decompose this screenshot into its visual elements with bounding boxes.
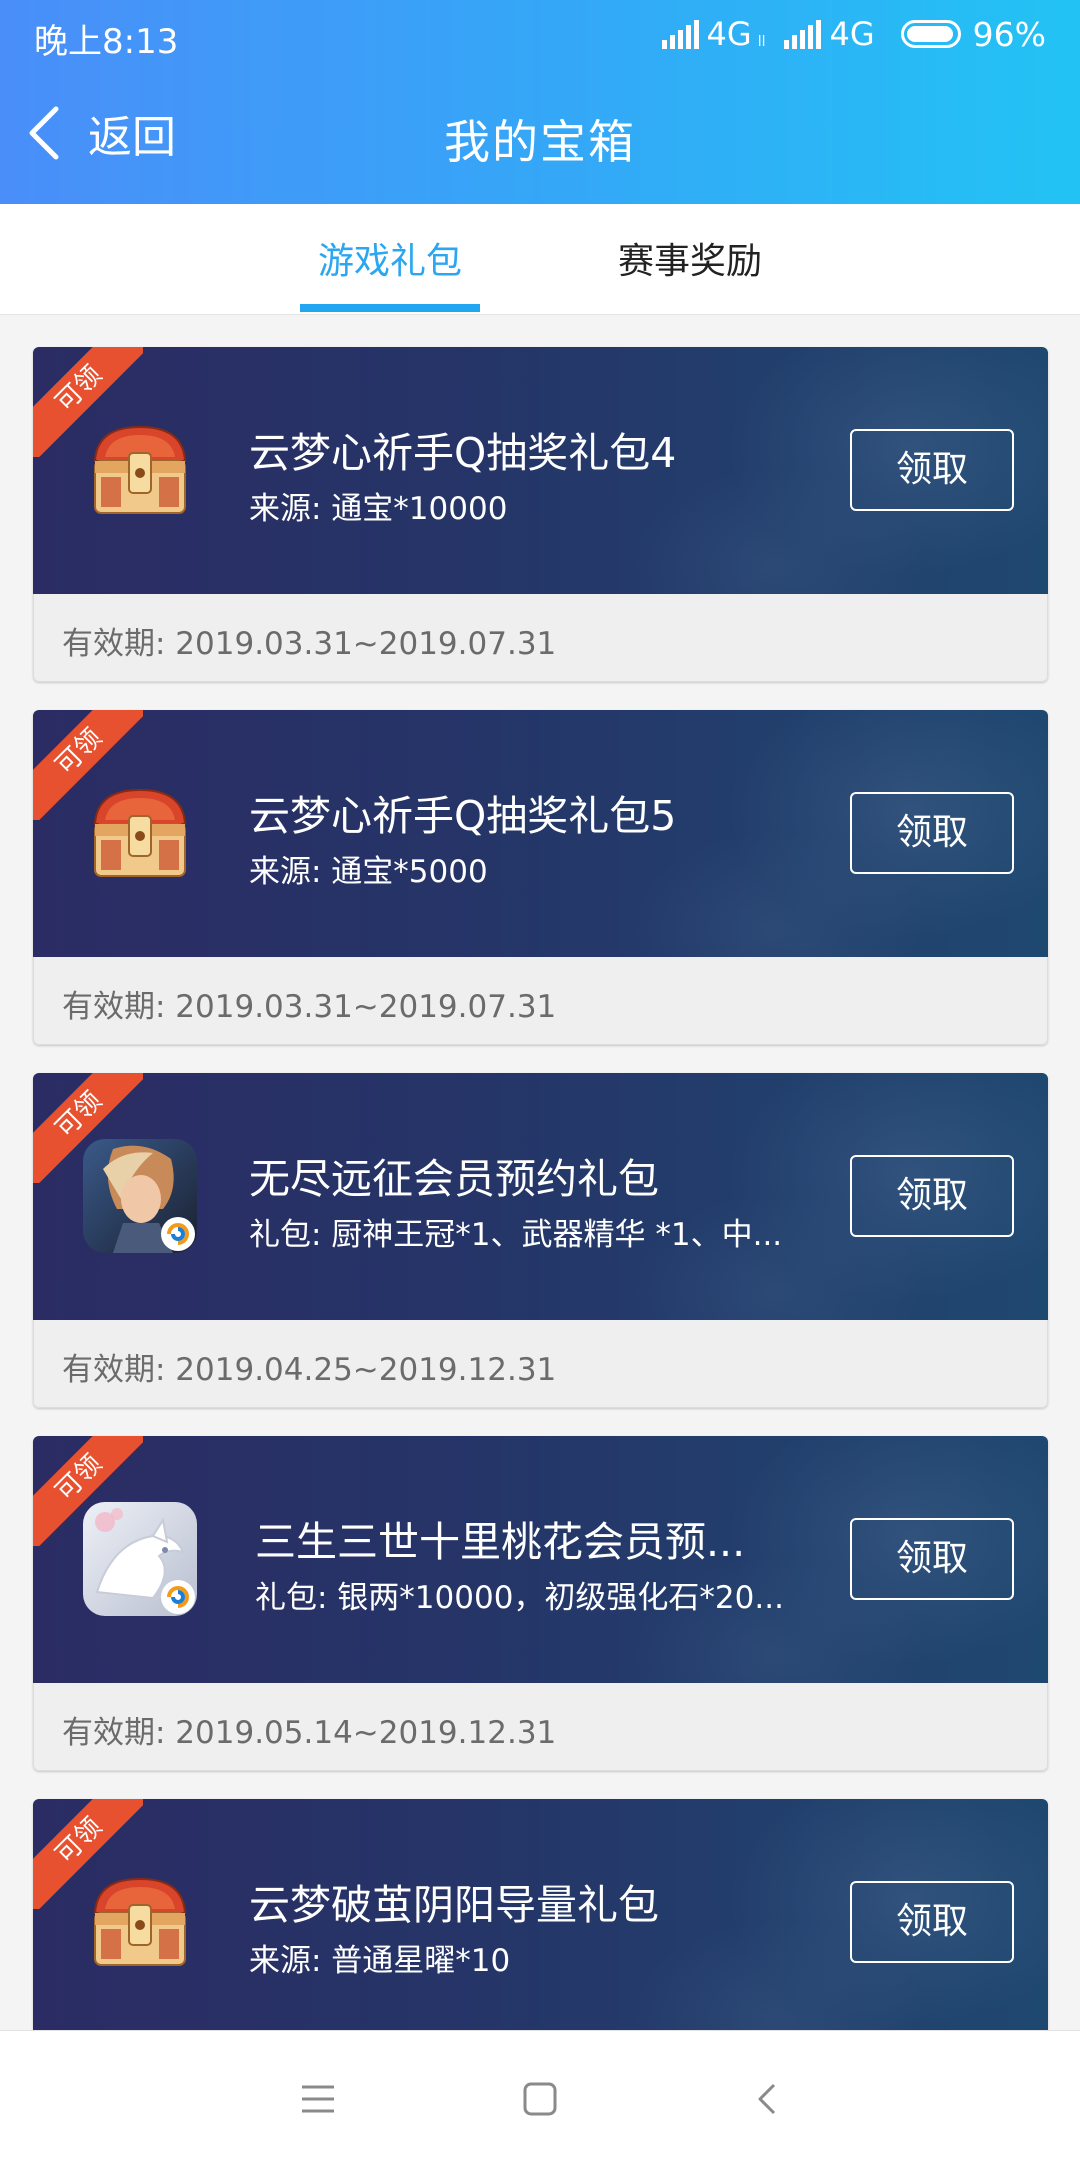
- validity-period: 有效期: 2019.04.25~2019.12.31: [62, 1352, 557, 1388]
- gift-card-header: 可领 云梦心祈手Q抽奖礼包5 来源: 通宝*5000 领取: [33, 710, 1048, 957]
- gift-card: 可领: [33, 1073, 1048, 1408]
- gift-card-header: 可领 云梦破茧阴阳导量礼包 来源: 普通星曜*10 领取: [33, 1799, 1048, 2046]
- title-bar: 返回 我的宝箱: [0, 68, 1080, 204]
- gift-card-header: 可领: [33, 1073, 1048, 1320]
- tencent-games-badge-icon: [161, 1217, 195, 1251]
- menu-button[interactable]: [278, 2059, 358, 2139]
- claim-button[interactable]: 领取: [850, 792, 1014, 874]
- gift-card: 可领 云梦心祈手Q抽奖礼包4 来源: 通宝*10000 领取 有效期: 2019…: [33, 347, 1048, 682]
- gift-card: 可领: [33, 1436, 1048, 1771]
- page-title: 我的宝箱: [444, 115, 636, 169]
- home-button[interactable]: [500, 2059, 580, 2139]
- claim-button[interactable]: 领取: [850, 1518, 1014, 1600]
- gift-source: 来源: 普通星曜*10: [249, 1943, 511, 1979]
- claim-button[interactable]: 领取: [850, 1155, 1014, 1237]
- status-icons: 4G ll 4G 96%: [659, 12, 1046, 56]
- back-chevron-icon: [758, 2083, 776, 2115]
- home-square-icon: [523, 2082, 557, 2116]
- network-subscript: ll: [757, 34, 766, 50]
- tab-event-rewards[interactable]: 赛事奖励: [600, 232, 780, 284]
- treasure-chest-icon: [93, 1877, 187, 1966]
- network-type: 4G: [829, 15, 875, 53]
- tab-bar: 游戏礼包 赛事奖励: [0, 204, 1080, 315]
- gift-title: 云梦心祈手Q抽奖礼包5: [249, 792, 677, 840]
- gift-title: 三生三世十里桃花会员预...: [255, 1518, 746, 1566]
- gift-title: 云梦心祈手Q抽奖礼包4: [249, 429, 677, 477]
- gift-title: 无尽远征会员预约礼包: [249, 1155, 659, 1203]
- gift-title: 云梦破茧阴阳导量礼包: [249, 1881, 659, 1929]
- status-time: 晚上8:13: [34, 22, 179, 62]
- system-back-button[interactable]: [728, 2059, 808, 2139]
- validity-period: 有效期: 2019.03.31~2019.07.31: [62, 989, 557, 1025]
- gift-contents: 礼包: 厨神王冠*1、武器精华 *1、中...: [249, 1217, 783, 1253]
- header: 晚上8:13 4G ll 4G 96% 返回 我的宝箱: [0, 0, 1080, 204]
- game-app-icon: [83, 1502, 197, 1616]
- validity-period: 有效期: 2019.03.31~2019.07.31: [62, 626, 557, 662]
- game-app-icon: [83, 1139, 197, 1253]
- gift-card-header: 可领 云梦心祈手Q抽奖礼包4 来源: 通宝*10000 领取: [33, 347, 1048, 594]
- tab-game-gifts[interactable]: 游戏礼包: [300, 232, 480, 284]
- battery-level: [906, 26, 953, 42]
- battery-icon: [900, 20, 961, 48]
- gift-source: 来源: 通宝*5000: [249, 854, 488, 890]
- gift-source: 来源: 通宝*10000: [249, 491, 508, 527]
- gift-card-header: 可领: [33, 1436, 1048, 1683]
- tencent-games-badge-icon: [161, 1580, 195, 1614]
- gift-card-footer: 有效期: 2019.04.25~2019.12.31: [33, 1320, 1048, 1408]
- status-bar: 晚上8:13 4G ll 4G 96%: [0, 0, 1080, 68]
- active-tab-indicator: [300, 304, 480, 312]
- validity-period: 有效期: 2019.05.14~2019.12.31: [62, 1715, 557, 1751]
- menu-icon: [302, 2085, 334, 2113]
- gift-card-footer: 有效期: 2019.03.31~2019.07.31: [33, 594, 1048, 682]
- signal-icon: [781, 19, 822, 49]
- gift-contents: 礼包: 银两*10000，初级强化石*20...: [255, 1580, 784, 1616]
- signal-icon: [659, 19, 699, 49]
- network-type: 4G: [706, 15, 752, 53]
- system-nav-bar: [0, 2030, 1080, 2160]
- battery-percent: 96%: [972, 14, 1046, 54]
- gift-card: 可领 云梦心祈手Q抽奖礼包5 来源: 通宝*5000 领取 有效期: 2019.…: [33, 710, 1048, 1045]
- page: 晚上8:13 4G ll 4G 96% 返回 我的宝箱 游戏礼包 赛事奖励 可领…: [0, 0, 1080, 2160]
- gift-card-footer: 有效期: 2019.03.31~2019.07.31: [33, 957, 1048, 1045]
- treasure-chest-icon: [93, 788, 187, 877]
- claim-button[interactable]: 领取: [850, 1881, 1014, 1963]
- claim-button[interactable]: 领取: [850, 429, 1014, 511]
- gift-card-footer: 有效期: 2019.05.14~2019.12.31: [33, 1683, 1048, 1771]
- treasure-chest-icon: [93, 425, 187, 514]
